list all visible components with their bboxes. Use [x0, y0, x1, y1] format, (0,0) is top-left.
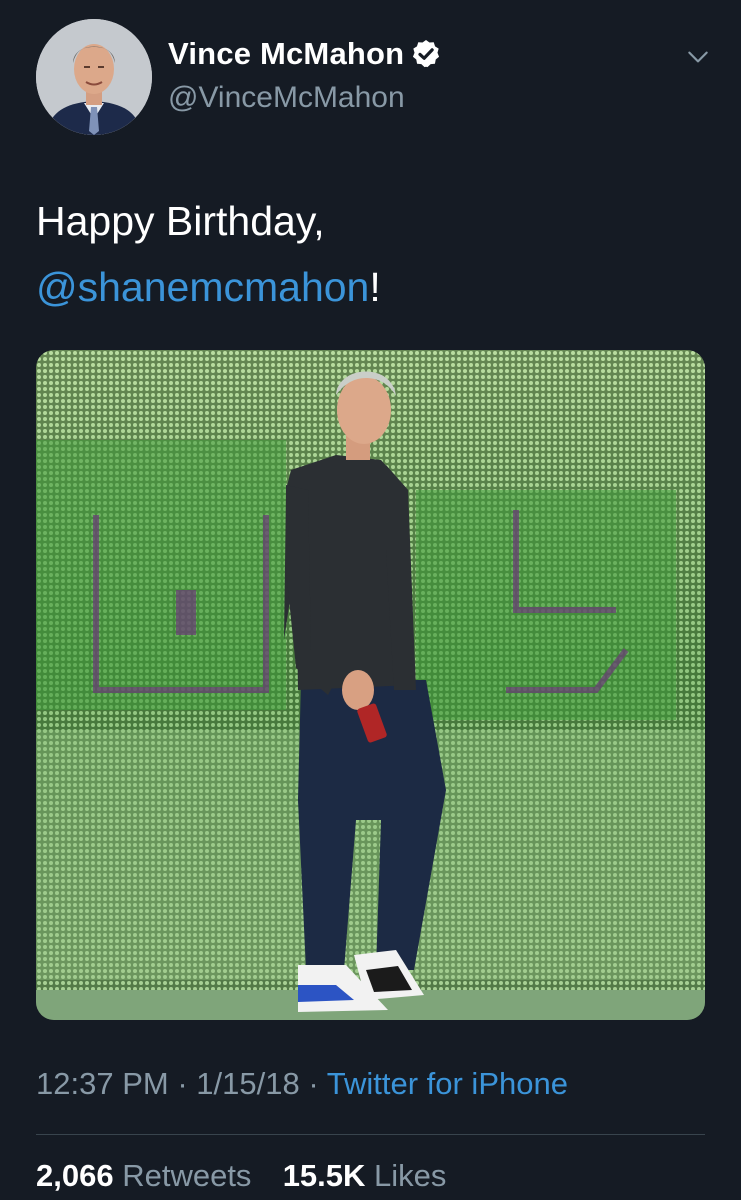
- display-name-text: Vince McMahon: [168, 36, 405, 71]
- retweets-stat[interactable]: 2,066 Retweets: [36, 1158, 260, 1193]
- likes-stat[interactable]: 15.5K Likes: [283, 1158, 447, 1193]
- divider: [36, 1134, 705, 1135]
- verified-badge-icon: [413, 40, 440, 68]
- tweet-text: Happy Birthday, @shanemcmahon!: [36, 188, 716, 320]
- tweet-text-line-1: Happy Birthday,: [36, 198, 325, 244]
- tweet-meta: 12:37 PM · 1/15/18 · Twitter for iPhone: [36, 1066, 568, 1102]
- photo-image: [36, 350, 705, 1020]
- tweet-card: Vince McMahon @VinceMcMahon Happy Birthd…: [0, 0, 741, 1200]
- tweet-text-line-2: @shanemcmahon!: [36, 254, 716, 320]
- retweets-count: 2,066: [36, 1158, 114, 1193]
- author-handle[interactable]: @VinceMcMahon: [168, 81, 405, 115]
- tweet-source-link[interactable]: Twitter for iPhone: [327, 1066, 568, 1101]
- meta-separator: ·: [308, 1066, 319, 1101]
- retweets-label: Retweets: [122, 1158, 252, 1193]
- meta-separator: ·: [177, 1066, 188, 1101]
- tweet-stats: 2,066 Retweets 15.5K Likes: [36, 1158, 446, 1194]
- tweet-date[interactable]: 1/15/18: [196, 1066, 299, 1101]
- chevron-down-icon[interactable]: [685, 44, 711, 70]
- tweet-text-suffix: !: [369, 264, 381, 310]
- tweet-media-photo[interactable]: [36, 350, 705, 1020]
- likes-count: 15.5K: [282, 1158, 366, 1193]
- tweet-time[interactable]: 12:37 PM: [36, 1066, 169, 1101]
- author-avatar[interactable]: [36, 19, 152, 135]
- mention-link[interactable]: @shanemcmahon: [36, 264, 369, 310]
- likes-label: Likes: [374, 1158, 447, 1193]
- author-display-name[interactable]: Vince McMahon: [168, 36, 442, 72]
- avatar-portrait: [36, 19, 152, 135]
